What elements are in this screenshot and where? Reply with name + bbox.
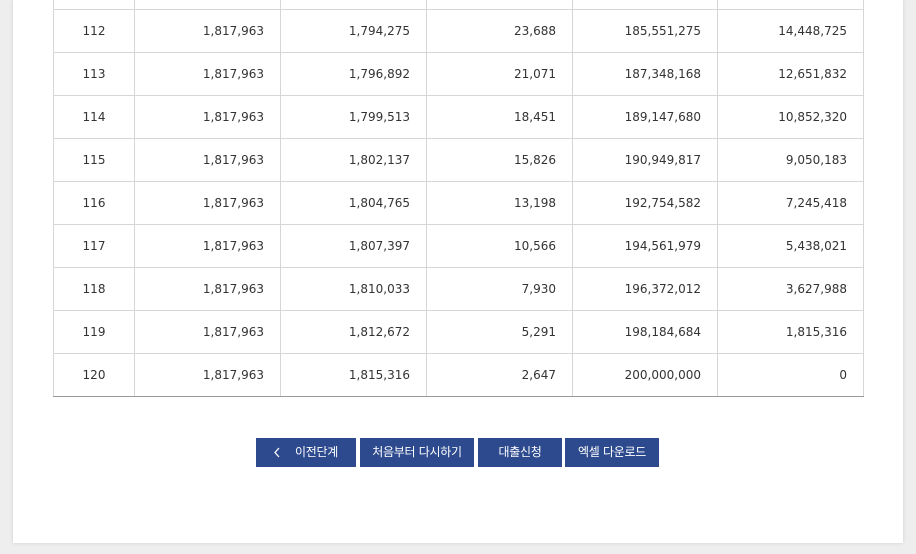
amount-cell: 13,198 — [426, 181, 573, 225]
amount-cell: 1,810,033 — [280, 267, 427, 311]
restart-button[interactable]: 처음부터 다시하기 — [360, 438, 474, 467]
amount-cell: 1,802,137 — [280, 138, 427, 182]
amount-cell: 1,812,672 — [280, 310, 427, 354]
repayment-schedule-table: 112 1,817,963 1,794,275 23,688 185,551,275 14… — [53, 0, 864, 397]
amount-cell: 21,071 — [426, 52, 573, 96]
period-cell: 112 — [53, 9, 135, 53]
amount-cell: 1,796,892 — [280, 52, 427, 96]
action-buttons: 이전단계 처음부터 다시하기 대출신청 엑셀 다운로드 — [13, 438, 903, 467]
amount-cell: 7,930 — [426, 267, 573, 311]
amount-cell: 1,799,513 — [280, 95, 427, 139]
amount-cell: 10,852,320 — [717, 95, 864, 139]
amount-cell: 15,826 — [426, 138, 573, 182]
period-cell: 115 — [53, 138, 135, 182]
amount-cell: 1,815,316 — [280, 353, 427, 397]
amount-cell: 1,804,765 — [280, 181, 427, 225]
table-row-partial — [53, 0, 864, 10]
table-body: 112 1,817,963 1,794,275 23,688 185,551,275 14… — [53, 0, 864, 397]
amount-cell: 192,754,582 — [572, 181, 718, 225]
amount-cell: 1,817,963 — [134, 52, 281, 96]
table-row: 112 1,817,963 1,794,275 23,688 185,551,275 14… — [53, 9, 864, 53]
amount-cell: 185,551,275 — [572, 9, 718, 53]
amount-cell: 14,448,725 — [717, 9, 864, 53]
amount-cell: 1,817,963 — [134, 353, 281, 397]
period-cell: 119 — [53, 310, 135, 354]
amount-cell: 12,651,832 — [717, 52, 864, 96]
repayment-table-container: 112 1,817,963 1,794,275 23,688 185,551,275 14… — [53, 0, 864, 397]
amount-cell: 3,627,988 — [717, 267, 864, 311]
amount-cell: 1,807,397 — [280, 224, 427, 268]
table-row: 117 1,817,963 1,807,397 10,566 194,561,979 5,… — [53, 224, 864, 268]
amount-cell: 1,817,963 — [134, 9, 281, 53]
amount-cell: 18,451 — [426, 95, 573, 139]
loan-apply-button[interactable]: 대출신청 — [478, 438, 562, 467]
amount-cell: 194,561,979 — [572, 224, 718, 268]
period-cell: 120 — [53, 353, 135, 397]
result-card: 112 1,817,963 1,794,275 23,688 185,551,275 14… — [13, 0, 903, 543]
amount-cell: 187,348,168 — [572, 52, 718, 96]
excel-download-button[interactable]: 엑셀 다운로드 — [565, 438, 659, 467]
table-row: 120 1,817,963 1,815,316 2,647 200,000,000 0 — [53, 353, 864, 397]
period-cell: 118 — [53, 267, 135, 311]
amount-cell: 1,817,963 — [134, 181, 281, 225]
period-cell: 113 — [53, 52, 135, 96]
amount-cell: 196,372,012 — [572, 267, 718, 311]
amount-cell: 1,817,963 — [134, 310, 281, 354]
period-cell: 117 — [53, 224, 135, 268]
amount-cell: 10,566 — [426, 224, 573, 268]
prev-step-button[interactable]: 이전단계 — [256, 438, 356, 467]
amount-cell: 1,817,963 — [134, 224, 281, 268]
prev-step-label: 이전단계 — [295, 445, 338, 459]
table-row: 115 1,817,963 1,802,137 15,826 190,949,817 9,… — [53, 138, 864, 182]
table-row: 118 1,817,963 1,810,033 7,930 196,372,012 3,6… — [53, 267, 864, 311]
amount-cell: 2,647 — [426, 353, 573, 397]
period-cell: 114 — [53, 95, 135, 139]
amount-cell: 189,147,680 — [572, 95, 718, 139]
chevron-left-icon — [274, 447, 280, 458]
table-row: 119 1,817,963 1,812,672 5,291 198,184,684 1,8… — [53, 310, 864, 354]
amount-cell: 200,000,000 — [572, 353, 718, 397]
amount-cell: 190,949,817 — [572, 138, 718, 182]
amount-cell: 1,815,316 — [717, 310, 864, 354]
table-row: 113 1,817,963 1,796,892 21,071 187,348,168 12… — [53, 52, 864, 96]
table-row: 116 1,817,963 1,804,765 13,198 192,754,582 7,… — [53, 181, 864, 225]
amount-cell: 1,817,963 — [134, 138, 281, 182]
amount-cell: 9,050,183 — [717, 138, 864, 182]
amount-cell: 1,794,275 — [280, 9, 427, 53]
amount-cell: 7,245,418 — [717, 181, 864, 225]
amount-cell: 1,817,963 — [134, 95, 281, 139]
table-row: 114 1,817,963 1,799,513 18,451 189,147,680 10… — [53, 95, 864, 139]
amount-cell: 198,184,684 — [572, 310, 718, 354]
amount-cell: 5,291 — [426, 310, 573, 354]
amount-cell: 0 — [717, 353, 864, 397]
period-cell: 116 — [53, 181, 135, 225]
amount-cell: 23,688 — [426, 9, 573, 53]
amount-cell: 5,438,021 — [717, 224, 864, 268]
amount-cell: 1,817,963 — [134, 267, 281, 311]
